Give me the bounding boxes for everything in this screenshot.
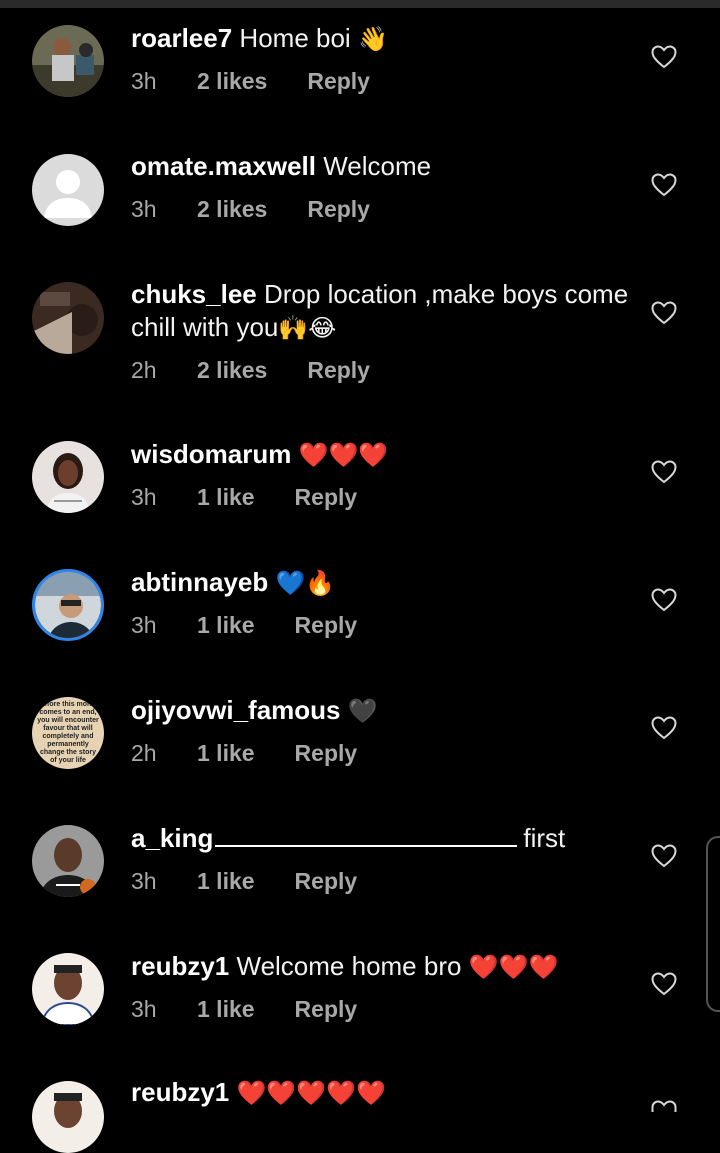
likes-count[interactable]: 1 like [197, 866, 255, 896]
comment-meta: 3h 1 like Reply [131, 866, 357, 896]
comment-message: Welcome [323, 151, 432, 181]
comment-meta: 2h 1 like Reply [131, 738, 357, 768]
reply-button[interactable]: Reply [295, 482, 358, 512]
comment-username[interactable]: reubzy1 [131, 951, 229, 981]
red-hearts-emoji: ❤️❤️❤️❤️❤️ [236, 1079, 386, 1107]
reply-button[interactable]: Reply [295, 738, 358, 768]
avatar[interactable] [32, 953, 104, 1025]
likes-count[interactable]: 1 like [197, 610, 255, 640]
avatar[interactable] [32, 825, 104, 897]
comment-text: abtinnayeb 💙🔥 [131, 566, 631, 600]
comment-text: chuks_lee Drop location ,make boys come … [131, 278, 631, 345]
heart-outline-icon[interactable] [651, 1100, 677, 1124]
heart-outline-icon[interactable] [651, 588, 677, 612]
reply-button[interactable]: Reply [295, 994, 358, 1024]
comment-text: a_king first [131, 822, 631, 855]
comment-username[interactable]: wisdomarum [131, 439, 291, 469]
comment-text: roarlee7 Home boi 👋 [131, 22, 631, 56]
reply-button[interactable]: Reply [295, 866, 358, 896]
reply-button[interactable]: Reply [307, 66, 370, 96]
raising-hands-laughing-emoji: 🙌😂 [278, 314, 337, 342]
comment-time: 3h [131, 484, 157, 510]
heart-outline-icon[interactable] [651, 301, 677, 325]
likes-count[interactable]: 2 likes [197, 66, 267, 96]
waving-hand-emoji: 👋 [357, 25, 388, 53]
comment-message: Home boi [239, 23, 351, 53]
comment-time: 3h [131, 868, 157, 894]
comment-text: reubzy1 ❤️❤️❤️❤️❤️ [131, 1076, 631, 1110]
avatar[interactable] [32, 154, 104, 226]
comment-time: 2h [131, 357, 157, 383]
comment-username[interactable]: reubzy1 [131, 1077, 229, 1107]
reply-button[interactable]: Reply [295, 610, 358, 640]
likes-count[interactable]: 1 like [197, 482, 255, 512]
red-hearts-emoji: ❤️❤️❤️ [468, 953, 559, 981]
heart-outline-icon[interactable] [651, 972, 677, 996]
comment-text: reubzy1 Welcome home bro ❤️❤️❤️ [131, 950, 631, 984]
avatar[interactable] [32, 1081, 104, 1153]
comment-meta: 3h 2 likes Reply [131, 66, 370, 96]
heart-outline-icon[interactable] [651, 45, 677, 69]
comment-time: 3h [131, 68, 157, 94]
comment-text: omate.maxwell Welcome [131, 150, 631, 183]
likes-count[interactable]: 2 likes [197, 355, 267, 385]
comment-username[interactable]: ojiyovwi_famous [131, 695, 341, 725]
avatar[interactable] [32, 282, 104, 354]
comment-meta: 3h 1 like Reply [131, 994, 357, 1024]
comment-time: 3h [131, 196, 157, 222]
heart-outline-icon[interactable] [651, 460, 677, 484]
likes-count[interactable]: 2 likes [197, 194, 267, 224]
likes-count[interactable]: 1 like [197, 738, 255, 768]
red-hearts-emoji: ❤️❤️❤️ [298, 441, 389, 469]
comment-meta: 3h 2 likes Reply [131, 194, 370, 224]
comment-meta: 2h 2 likes Reply [131, 355, 370, 385]
likes-count[interactable]: 1 like [197, 994, 255, 1024]
avatar-quote-text: Before this month comes to an end, you w… [37, 701, 99, 764]
comment-username[interactable]: omate.maxwell [131, 151, 316, 181]
edge-panel-handle[interactable] [706, 836, 720, 1012]
comment-username[interactable]: roarlee7 [131, 23, 232, 53]
reply-button[interactable]: Reply [307, 355, 370, 385]
underline-mark [215, 825, 518, 847]
comment-username[interactable]: abtinnayeb [131, 567, 268, 597]
avatar[interactable] [32, 441, 104, 513]
comment-text: wisdomarum ❤️❤️❤️ [131, 438, 631, 472]
comment-text: ojiyovwi_famous 🖤 [131, 694, 631, 728]
comment-username[interactable]: chuks_lee [131, 279, 257, 309]
heart-outline-icon[interactable] [651, 716, 677, 740]
comment-time: 2h [131, 740, 157, 766]
avatar[interactable] [32, 25, 104, 97]
status-bar-edge [0, 0, 720, 8]
comment-message: Welcome home bro [236, 951, 462, 981]
comment-meta: 3h 1 like Reply [131, 610, 357, 640]
reply-button[interactable]: Reply [307, 194, 370, 224]
comment-username[interactable]: a_king [131, 823, 213, 853]
heart-outline-icon[interactable] [651, 173, 677, 197]
heart-outline-icon[interactable] [651, 844, 677, 868]
comment-message: first [523, 823, 566, 853]
comment-time: 3h [131, 612, 157, 638]
blue-heart-fire-emoji: 💙🔥 [275, 569, 336, 597]
comment-meta: 3h 1 like Reply [131, 482, 357, 512]
black-heart-emoji: 🖤 [347, 697, 378, 725]
avatar[interactable] [32, 569, 104, 641]
avatar[interactable]: Before this month comes to an end, you w… [32, 697, 104, 769]
comment-time: 3h [131, 996, 157, 1022]
